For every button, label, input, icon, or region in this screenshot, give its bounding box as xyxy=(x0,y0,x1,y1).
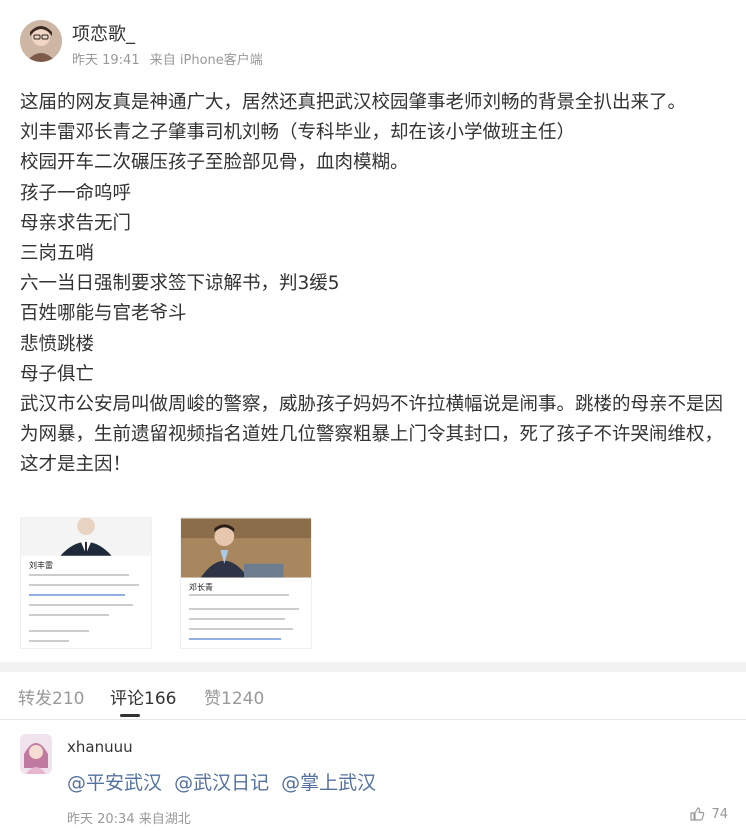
post-paragraph: 这届的网友真是神通广大，居然还真把武汉校园肇事老师刘畅的背景全扒出来了。 xyxy=(20,92,687,113)
portrait-photo xyxy=(181,518,311,578)
post-meta: 昨天 19:41 来自 iPhone客户端 xyxy=(72,49,269,68)
thumbs-up-icon xyxy=(690,807,705,821)
post-paragraph: 孩子一命呜呼 xyxy=(20,182,132,204)
portrait-photo xyxy=(21,518,151,556)
post-paragraph: 三岗五哨 xyxy=(20,243,95,265)
post-time: 昨天 19:41 xyxy=(72,53,140,68)
post-image-1[interactable]: 刘丰雷 xyxy=(20,517,152,649)
post-image-2[interactable]: 邓长青 xyxy=(180,517,312,649)
author-avatar[interactable] xyxy=(20,20,62,62)
mention-link[interactable]: @平安武汉 xyxy=(67,772,162,794)
image-card-title: 刘丰雷 xyxy=(29,561,53,570)
comment-text: @平安武汉 @武汉日记 @掌上武汉 xyxy=(67,768,382,795)
tab-likes[interactable]: 赞1240 xyxy=(204,684,264,709)
tab-comments[interactable]: 评论166 xyxy=(110,684,176,709)
post-paragraph: 武汉市公安局叫做周峻的警察，威胁孩子妈妈不许拉横幅说是闹事。跳楼的母亲不是因为网… xyxy=(20,394,724,476)
post-paragraph: 母子俱亡 xyxy=(20,363,95,385)
post-paragraph: 百姓哪能与官老爷斗 xyxy=(20,303,187,325)
post-paragraph: 母亲求告无门 xyxy=(20,212,132,234)
post-content: 这届的网友真是神通广大，居然还真把武汉校园肇事老师刘畅的背景全扒出来了。 刘丰雷… xyxy=(20,88,732,481)
post-paragraph: 校园开车二次碾压孩子至脸部见骨，血肉模糊。 xyxy=(20,152,409,174)
author-name[interactable]: 项恋歌_ xyxy=(72,20,135,46)
post-paragraph: 刘丰雷邓长青之子肇事司机刘畅（专科毕业，却在该小学做班主任） xyxy=(20,122,576,144)
post-source: 来自 iPhone客户端 xyxy=(149,53,263,68)
commenter-avatar[interactable] xyxy=(20,734,52,774)
section-divider xyxy=(0,662,746,672)
comment-like-button[interactable]: 74 xyxy=(689,806,728,822)
interaction-tabs: 转发210 评论166 赞1240 xyxy=(0,672,746,720)
weibo-post: 项恋歌_ 昨天 19:41 来自 iPhone客户端 这届的网友真是神通广大，居… xyxy=(0,0,746,662)
tab-reposts[interactable]: 转发210 xyxy=(18,684,84,709)
commenter-name[interactable]: xhanuuu xyxy=(67,738,133,756)
like-count: 74 xyxy=(711,806,728,822)
post-paragraph: 悲愤跳楼 xyxy=(20,333,95,355)
mention-link[interactable]: @武汉日记 xyxy=(174,772,269,794)
post-paragraph: 六一当日强制要求签下谅解书，判3缓5 xyxy=(20,273,340,295)
image-card-title: 邓长青 xyxy=(189,583,213,592)
mention-link[interactable]: @掌上武汉 xyxy=(281,772,376,794)
comment-meta: 昨天 20:34 来自湖北 xyxy=(67,812,191,827)
active-tab-indicator xyxy=(120,714,140,717)
comment-item: xhanuuu @平安武汉 @武汉日记 @掌上武汉 昨天 20:34 来自湖北 … xyxy=(0,720,746,831)
